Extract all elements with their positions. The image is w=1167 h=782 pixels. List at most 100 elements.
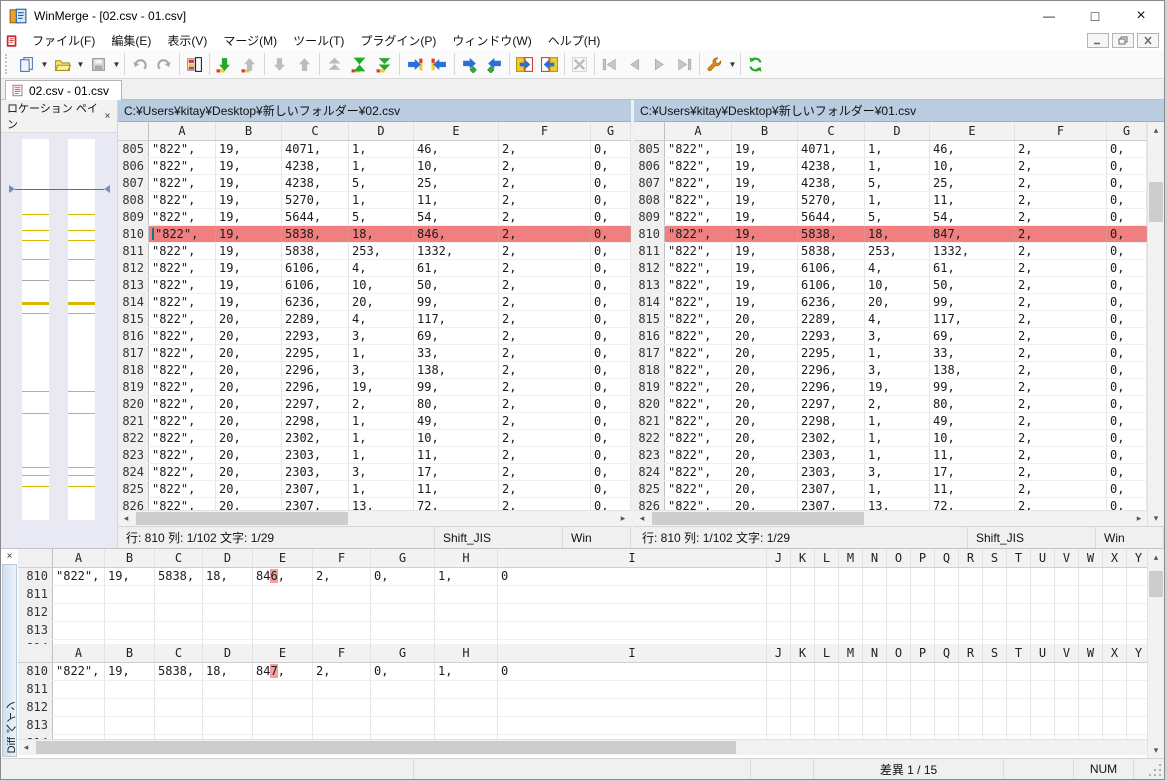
cell[interactable]: 5644,: [798, 209, 865, 225]
cell[interactable]: 0,: [591, 226, 631, 242]
cell[interactable]: 2,: [1015, 413, 1107, 429]
cell[interactable]: 2,: [1015, 192, 1107, 208]
cell[interactable]: [1127, 717, 1147, 734]
cell[interactable]: 117,: [930, 311, 1015, 327]
cell[interactable]: [863, 681, 887, 698]
cell[interactable]: [313, 717, 371, 734]
scroll-up-icon[interactable]: ▴: [1148, 122, 1164, 138]
cell[interactable]: [1103, 663, 1127, 680]
cell[interactable]: "822",: [149, 311, 216, 327]
cell[interactable]: 19,: [732, 158, 798, 174]
cell[interactable]: 2,: [1015, 209, 1107, 225]
cell[interactable]: 5838,: [798, 226, 865, 242]
cell[interactable]: [1055, 699, 1079, 716]
cell[interactable]: [203, 586, 253, 603]
cell[interactable]: [983, 681, 1007, 698]
cell[interactable]: [791, 586, 815, 603]
cell[interactable]: [1127, 568, 1147, 585]
cell[interactable]: 0,: [1107, 294, 1147, 310]
cell[interactable]: 0,: [591, 379, 631, 395]
cell[interactable]: "822",: [149, 396, 216, 412]
cell[interactable]: 19,: [216, 141, 282, 157]
cell[interactable]: 2,: [1015, 464, 1107, 480]
cell[interactable]: 4,: [865, 311, 930, 327]
cell[interactable]: [935, 663, 959, 680]
cell[interactable]: [253, 604, 313, 621]
cell[interactable]: 847,: [930, 226, 1015, 242]
cell[interactable]: 0,: [371, 663, 435, 680]
cell[interactable]: 0,: [591, 396, 631, 412]
cell[interactable]: 4071,: [282, 141, 349, 157]
cell[interactable]: [983, 663, 1007, 680]
cell[interactable]: 20,: [216, 464, 282, 480]
cell[interactable]: [313, 586, 371, 603]
cell[interactable]: 20,: [732, 362, 798, 378]
cell[interactable]: [105, 717, 155, 734]
cell[interactable]: [1007, 717, 1031, 734]
cell[interactable]: [911, 604, 935, 621]
cell[interactable]: 20,: [732, 498, 798, 510]
cell[interactable]: [839, 717, 863, 734]
cell[interactable]: 99,: [930, 379, 1015, 395]
diff-location-mark[interactable]: [22, 486, 49, 488]
cell[interactable]: 19,: [216, 294, 282, 310]
cell[interactable]: "822",: [665, 396, 732, 412]
cell[interactable]: "822",: [149, 192, 216, 208]
cell[interactable]: "822",: [149, 175, 216, 191]
cell[interactable]: 2,: [1015, 260, 1107, 276]
cell[interactable]: 2297,: [282, 396, 349, 412]
cell[interactable]: [935, 622, 959, 639]
cell[interactable]: 11,: [414, 192, 499, 208]
cell[interactable]: [1103, 681, 1127, 698]
cell[interactable]: [1007, 604, 1031, 621]
cell[interactable]: 25,: [930, 175, 1015, 191]
cell[interactable]: "822",: [53, 663, 105, 680]
cell[interactable]: 2,: [1015, 141, 1107, 157]
scroll-thumb[interactable]: [1149, 571, 1163, 597]
toolbar-grip[interactable]: [5, 54, 10, 74]
copy-left-button[interactable]: [427, 52, 452, 77]
cell[interactable]: [53, 604, 105, 621]
cell[interactable]: [911, 622, 935, 639]
cell[interactable]: [863, 604, 887, 621]
cell[interactable]: 0,: [1107, 396, 1147, 412]
cell[interactable]: 0,: [591, 464, 631, 480]
cell[interactable]: [1055, 568, 1079, 585]
cell[interactable]: [815, 604, 839, 621]
cell[interactable]: [863, 699, 887, 716]
cell[interactable]: 19,: [732, 243, 798, 259]
cell[interactable]: [1079, 622, 1103, 639]
cell[interactable]: 0,: [1107, 311, 1147, 327]
cell[interactable]: 2,: [1015, 345, 1107, 361]
cell[interactable]: 0,: [1107, 226, 1147, 242]
cell[interactable]: 2295,: [282, 345, 349, 361]
cell[interactable]: 2295,: [798, 345, 865, 361]
cell[interactable]: [839, 699, 863, 716]
cell[interactable]: [887, 622, 911, 639]
cell[interactable]: [253, 622, 313, 639]
cell[interactable]: "822",: [149, 328, 216, 344]
cell[interactable]: [1127, 604, 1147, 621]
cell[interactable]: [839, 663, 863, 680]
cell[interactable]: 46,: [930, 141, 1015, 157]
cell[interactable]: 0,: [1107, 345, 1147, 361]
new-button[interactable]: [14, 52, 39, 77]
cell[interactable]: [203, 699, 253, 716]
cell[interactable]: 19,: [216, 209, 282, 225]
cell[interactable]: 1,: [435, 568, 498, 585]
cell[interactable]: 1,: [349, 430, 414, 446]
cell[interactable]: 1,: [865, 192, 930, 208]
copy-all-left-button[interactable]: [537, 52, 562, 77]
cell[interactable]: 2293,: [798, 328, 865, 344]
cell[interactable]: 2,: [1015, 498, 1107, 510]
cell[interactable]: 0,: [591, 481, 631, 497]
cell[interactable]: 2296,: [282, 362, 349, 378]
cell[interactable]: 2,: [1015, 175, 1107, 191]
cell[interactable]: [253, 717, 313, 734]
cell[interactable]: 33,: [414, 345, 499, 361]
cell[interactable]: "822",: [665, 430, 732, 446]
cell[interactable]: 20,: [216, 311, 282, 327]
open-button-dropdown[interactable]: ▼: [75, 60, 86, 69]
cell[interactable]: 0,: [591, 498, 631, 510]
location-bar-left[interactable]: [22, 139, 49, 520]
